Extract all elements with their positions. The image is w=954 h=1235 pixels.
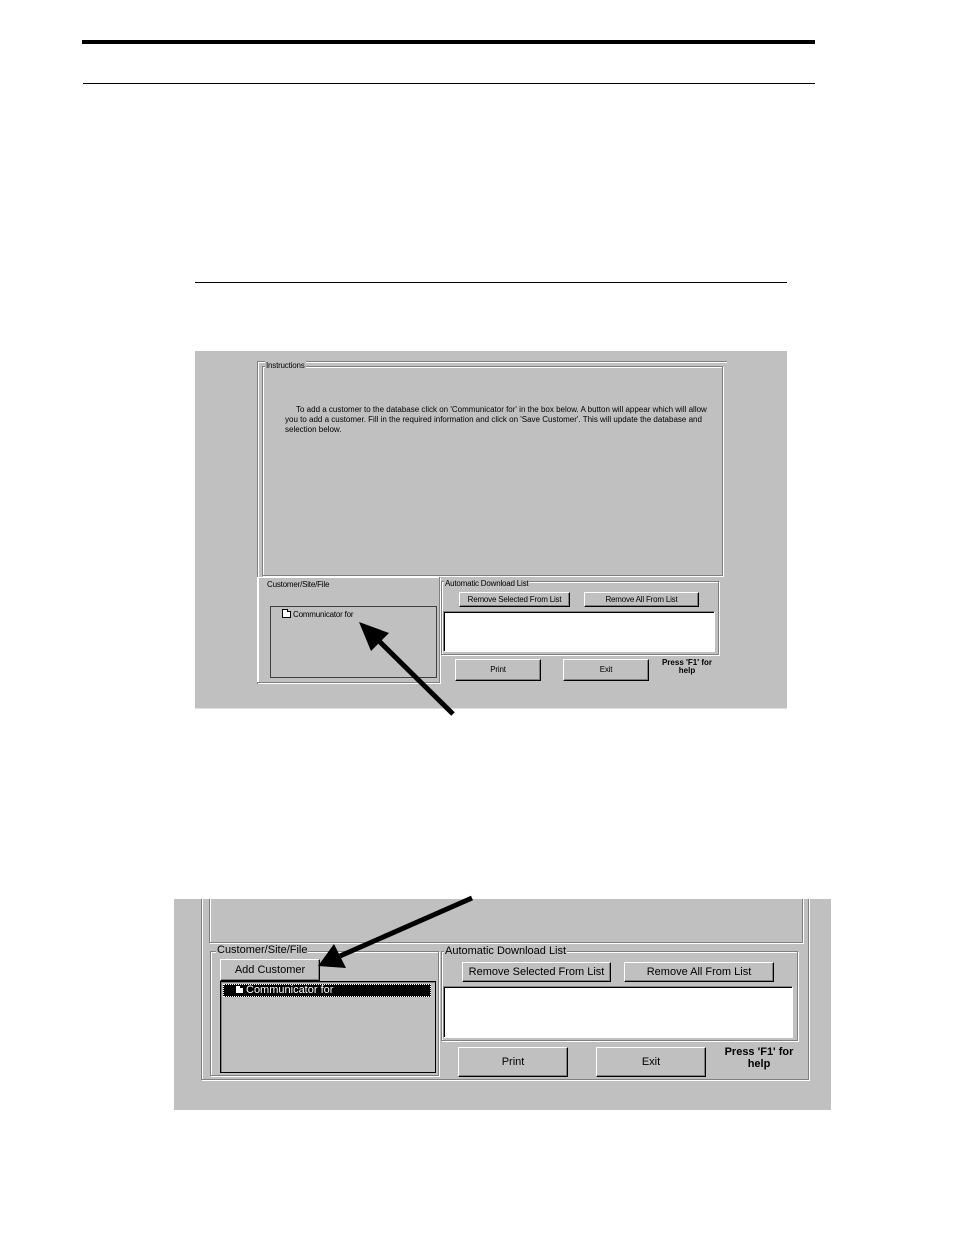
screenshot-add-customer: Customer/Site/File Add Customer Communic… (174, 899, 831, 1110)
customer-tree[interactable]: Communicator for (270, 606, 437, 678)
instructions-label: Instructions (265, 361, 306, 370)
instructions-line: you to add a customer. Fill in the requi… (285, 415, 702, 424)
download-list[interactable] (443, 986, 793, 1038)
tree-item-communicator[interactable]: Communicator for (282, 609, 354, 619)
exit-button[interactable]: Exit (596, 1047, 706, 1077)
instructions-group (262, 366, 723, 576)
section-rule (195, 282, 787, 283)
download-group-label: Automatic Download List (444, 945, 568, 957)
remove-selected-button[interactable]: Remove Selected From List (459, 592, 570, 607)
download-group-label: Automatic Download List (444, 579, 530, 588)
remove-all-button[interactable]: Remove All From List (624, 962, 774, 982)
header-thick-rule (82, 40, 815, 44)
screenshot-customer-setup: Instructions To add a customer to the da… (195, 351, 787, 709)
download-list[interactable] (443, 611, 715, 652)
instructions-group (209, 899, 803, 943)
customer-tree[interactable]: Communicator for (220, 981, 436, 1073)
tree-item-communicator[interactable]: Communicator for (223, 984, 431, 997)
remove-selected-button[interactable]: Remove Selected From List (462, 962, 611, 982)
instructions-line: selection below. (285, 425, 342, 434)
help-hint: Press 'F1' for help (661, 658, 713, 676)
folder-icon (235, 984, 244, 994)
add-customer-button[interactable]: Add Customer (220, 959, 320, 981)
customer-group-label: Customer/Site/File (216, 944, 309, 956)
print-button[interactable]: Print (455, 659, 541, 681)
instructions-text: To add a customer to the database click … (285, 405, 725, 435)
exit-button[interactable]: Exit (563, 659, 649, 681)
instructions-line: To add a customer to the database click … (296, 405, 707, 414)
header-thin-rule (83, 83, 815, 84)
customer-group-label: Customer/Site/File (266, 580, 331, 589)
help-hint: Press 'F1' for help (724, 1046, 794, 1070)
folder-icon (282, 609, 291, 619)
print-button[interactable]: Print (458, 1047, 568, 1077)
remove-all-button[interactable]: Remove All From List (584, 592, 699, 607)
